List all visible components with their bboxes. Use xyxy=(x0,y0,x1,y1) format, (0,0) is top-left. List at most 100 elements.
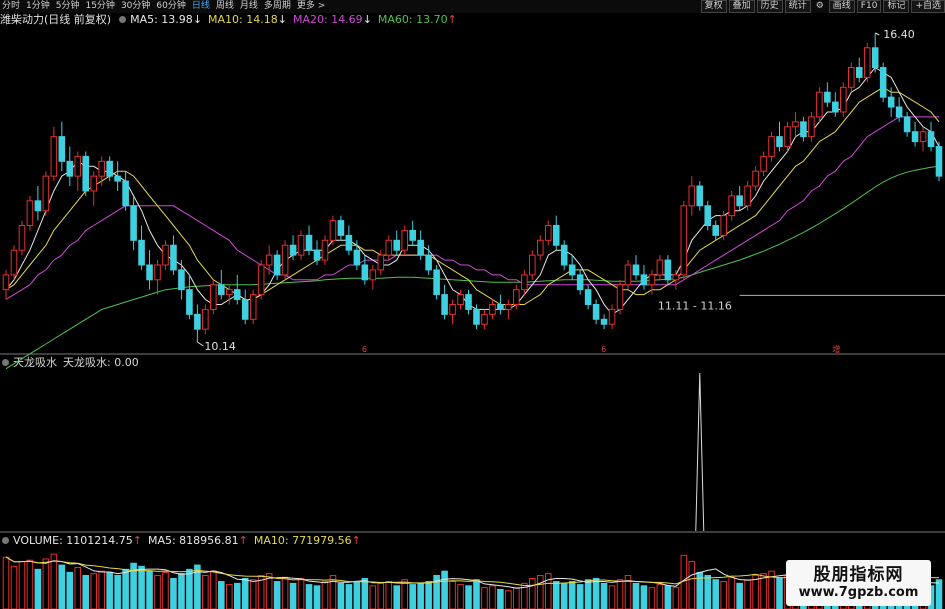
volume-bar xyxy=(114,574,121,609)
volume-bar xyxy=(505,590,512,609)
volume-bar xyxy=(178,573,185,609)
volume-bar xyxy=(361,578,369,609)
candle-body xyxy=(289,244,297,256)
volume-bar xyxy=(297,578,305,609)
volume-bar xyxy=(592,578,600,609)
candle-body xyxy=(297,234,305,256)
candle-body xyxy=(560,244,568,266)
candle-body xyxy=(529,254,536,276)
candle-body xyxy=(481,313,488,325)
candle-body xyxy=(672,274,680,281)
volume-bar xyxy=(74,567,82,609)
candle-body xyxy=(927,131,935,148)
volume-bar xyxy=(377,582,385,609)
candle-body xyxy=(816,91,823,118)
stock-chart[interactable]: 16.40 10.14 11.11 - 11.16 6 6 增 xyxy=(0,0,945,609)
volume-bar xyxy=(170,578,177,609)
candle-body xyxy=(194,313,201,330)
candle-body xyxy=(576,274,584,291)
candle-body xyxy=(202,308,209,330)
candle-body xyxy=(305,234,313,251)
watermark-title: 股朋指标网 xyxy=(813,565,904,585)
volume-bar xyxy=(712,579,720,609)
candle-body xyxy=(401,229,409,251)
volume-bar xyxy=(935,579,943,609)
volume-bar xyxy=(218,581,225,609)
candle-body xyxy=(241,299,249,320)
candle-body xyxy=(82,155,90,192)
candle-body xyxy=(824,91,831,103)
candle-body xyxy=(648,274,656,286)
volume-bar xyxy=(489,585,496,609)
volume-bar xyxy=(600,582,608,609)
volume-bar xyxy=(202,574,209,609)
candle-body xyxy=(760,155,767,172)
volume-bar xyxy=(449,581,456,609)
candle-body xyxy=(162,244,169,266)
candle-body xyxy=(473,308,480,325)
candle-body xyxy=(265,254,273,266)
volume-bar xyxy=(329,574,337,609)
volume-bar xyxy=(704,574,712,609)
volume-bar xyxy=(401,579,409,609)
volume-bar xyxy=(552,581,560,609)
volume-bar xyxy=(337,582,345,609)
candle-body xyxy=(584,289,592,305)
candle-body xyxy=(186,289,193,315)
candle-body xyxy=(425,254,432,271)
candle-body xyxy=(66,160,74,177)
candle-body xyxy=(513,289,520,305)
volume-bar xyxy=(345,584,353,609)
volume-bar xyxy=(233,582,241,609)
candle-body xyxy=(106,160,113,177)
ma10-line xyxy=(5,86,940,305)
volume-bar xyxy=(536,574,544,609)
candle-body xyxy=(465,294,472,310)
volume-bar xyxy=(273,581,281,609)
candle-body xyxy=(656,259,664,276)
volume-bar xyxy=(58,564,66,609)
candle-body xyxy=(895,106,903,118)
volume-bar xyxy=(776,578,783,609)
volume-bar xyxy=(210,570,217,609)
volume-bar xyxy=(66,571,74,609)
watermark-logo: 股朋指标网 www.7gpzb.com xyxy=(786,560,931,606)
volume-bar xyxy=(744,579,751,609)
volume-bar xyxy=(568,581,576,609)
volume-bar xyxy=(441,570,448,609)
candle-body xyxy=(768,136,775,157)
volume-bar xyxy=(409,584,416,609)
volume-bar xyxy=(50,553,58,609)
candle-body xyxy=(832,101,839,113)
volume-bar xyxy=(122,568,129,609)
volume-bar xyxy=(146,570,153,609)
low-label: 10.14 xyxy=(204,340,236,353)
candle-body xyxy=(505,303,512,310)
candle-body xyxy=(281,244,289,276)
volume-bar xyxy=(736,582,743,609)
volume-bar xyxy=(672,587,680,609)
volume-bar xyxy=(34,568,42,609)
low-pointer xyxy=(197,341,204,347)
candle-body xyxy=(847,67,855,88)
high-pointer xyxy=(874,32,880,36)
candle-body xyxy=(114,175,121,182)
candle-body xyxy=(680,205,688,276)
candle-body xyxy=(170,244,177,271)
candle-body xyxy=(369,269,377,281)
candle-body xyxy=(313,249,321,261)
candle-body xyxy=(800,121,807,138)
volume-bar xyxy=(313,585,321,609)
candle-body xyxy=(130,205,137,241)
candle-body xyxy=(329,220,337,241)
volume-bar xyxy=(417,582,424,609)
volume-bar xyxy=(513,587,520,609)
candle-body xyxy=(792,121,799,128)
candle-body xyxy=(249,294,257,320)
candle-body xyxy=(600,318,608,325)
volume-bar xyxy=(656,584,664,609)
candle-body xyxy=(50,136,58,177)
candle-body xyxy=(536,239,544,256)
candle-body xyxy=(568,264,576,276)
volume-bar xyxy=(608,585,616,609)
